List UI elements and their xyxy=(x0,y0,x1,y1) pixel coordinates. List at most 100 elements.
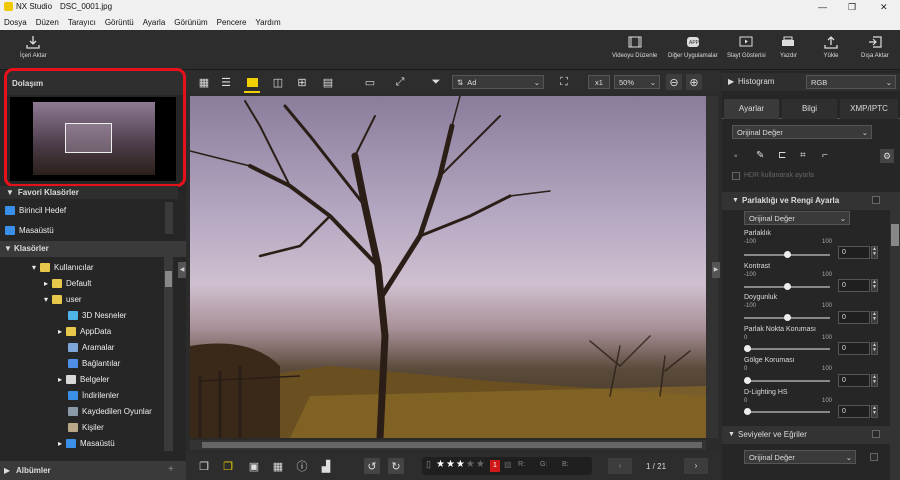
menu-yardim[interactable]: Yardım xyxy=(255,18,280,27)
shadow-slider[interactable] xyxy=(744,377,830,384)
tab-ayarlar[interactable]: Ayarlar xyxy=(724,99,779,119)
slideshow-button[interactable]: Slayt Gösterisi xyxy=(727,34,766,59)
menu-pencere[interactable]: Pencere xyxy=(217,18,247,27)
folders-header[interactable]: ▼ Klasörler xyxy=(0,241,186,257)
histogram-mode-dropdown[interactable]: RGB ⌄ xyxy=(806,75,896,89)
rotate-left-icon[interactable]: ↺ xyxy=(364,458,380,474)
tree-item[interactable]: 3D Nesneler xyxy=(68,307,126,323)
layout-icon[interactable]: ▭ xyxy=(362,74,378,90)
print-button[interactable]: Yazdır xyxy=(780,34,797,59)
contrast-value[interactable]: 0 xyxy=(838,279,870,292)
albums-header[interactable]: ▶ Albümler + xyxy=(0,461,186,480)
rotate-right-icon[interactable]: ↻ xyxy=(388,458,404,474)
add-album-icon[interactable]: + xyxy=(168,464,174,475)
tab-bilgi[interactable]: Bilgi xyxy=(782,99,837,119)
info-icon[interactable]: ⓘ xyxy=(294,458,310,474)
filter-icon[interactable]: ⏷ xyxy=(428,74,444,90)
restore-icon[interactable]: ❐ xyxy=(848,2,856,13)
menu-dosya[interactable]: Dosya xyxy=(4,18,27,27)
dlighting-slider[interactable] xyxy=(744,408,830,415)
star-rating[interactable]: ★★★★★ xyxy=(436,459,486,470)
retouch-icon[interactable]: ▪ xyxy=(734,151,738,162)
compare-2-icon[interactable]: ◫ xyxy=(270,74,286,90)
horizontal-scrollbar-thumb[interactable] xyxy=(202,442,702,448)
saturation-spin[interactable]: ▲ ▼ xyxy=(871,311,878,324)
brightness-preset-dropdown[interactable]: Orijinal Değer ⌄ xyxy=(744,211,850,225)
video-editor-button[interactable]: Videoyu Düzenle xyxy=(612,34,657,59)
brightness-spin[interactable]: ▲ ▼ xyxy=(871,246,878,259)
dlighting-value[interactable]: 0 xyxy=(838,405,870,418)
tree-item[interactable]: ▾ Kullanıcılar xyxy=(32,259,94,275)
menu-tarayici[interactable]: Tarayıcı xyxy=(68,18,96,27)
brightness-value[interactable]: 0 xyxy=(838,246,870,259)
minimize-icon[interactable]: — xyxy=(818,2,827,12)
menu-goruntu[interactable]: Görüntü xyxy=(105,18,134,27)
right-panel-toggle-icon[interactable]: ▶ xyxy=(712,262,720,278)
fullscreen-icon[interactable]: ⤢ xyxy=(392,74,408,90)
crop-icon[interactable]: ⌗ xyxy=(800,150,806,161)
tree-item[interactable]: ▸ AppData xyxy=(58,323,111,339)
tree-item[interactable]: ▾ user xyxy=(44,291,82,307)
frame-icon[interactable]: ▣ xyxy=(246,458,262,474)
levels-enable-checkbox[interactable] xyxy=(872,430,880,438)
levels-section-header[interactable]: ▼ Seviyeler ve Eğriler xyxy=(722,426,892,444)
left-panel-toggle-icon[interactable]: ◀ xyxy=(178,262,186,278)
shadow-value[interactable]: 0 xyxy=(838,374,870,387)
shadow-spin[interactable]: ▲ ▼ xyxy=(871,374,878,387)
zoom-dropdown[interactable]: 50% ⌄ xyxy=(614,75,660,89)
main-image[interactable] xyxy=(190,96,706,438)
menu-ayarla[interactable]: Ayarla xyxy=(143,18,166,27)
contrast-slider[interactable] xyxy=(744,283,830,290)
sort-dropdown[interactable]: ⇅ Ad ⌄ xyxy=(452,75,544,89)
brightness-section-header[interactable]: ▼ Parlaklığı ve Rengi Ayarla xyxy=(722,192,892,210)
levels-preset-dropdown[interactable]: Orijinal Değer ⌄ xyxy=(744,450,856,464)
tree-item[interactable]: ▸ Masaüstü xyxy=(58,435,115,451)
slider-knob[interactable] xyxy=(744,408,751,415)
histogram-small-icon[interactable]: ▟ xyxy=(318,458,334,474)
gear-icon[interactable]: ⚙ xyxy=(880,149,894,163)
slider-knob[interactable] xyxy=(783,251,791,258)
zoom-x1-button[interactable]: x1 xyxy=(588,75,610,89)
contrast-spin[interactable]: ▲ ▼ xyxy=(871,279,878,292)
hdr-checkbox[interactable] xyxy=(732,172,740,180)
grid-view-icon[interactable]: ▦ xyxy=(196,74,212,90)
compare-4-icon[interactable]: ⊞ xyxy=(294,74,310,90)
favorites-scrollbar[interactable] xyxy=(165,202,173,234)
tree-item[interactable]: ▸ Belgeler xyxy=(58,371,109,387)
favorite-item[interactable]: Masaüstü xyxy=(5,225,54,235)
compare-icon[interactable]: ❐ xyxy=(220,458,236,474)
favorite-item[interactable]: Birincil Hedef xyxy=(5,202,66,218)
highlight-value[interactable]: 0 xyxy=(838,342,870,355)
tree-item[interactable]: İndirilenler xyxy=(68,387,119,403)
straighten-icon[interactable]: ⊏ xyxy=(778,150,786,161)
menu-duzen[interactable]: Düzen xyxy=(36,18,59,27)
label-badge[interactable]: 1 xyxy=(490,460,500,472)
grid-icon[interactable]: ▦ xyxy=(270,458,286,474)
list-view-icon[interactable]: ☰ xyxy=(218,74,234,90)
folder-scrollbar-thumb[interactable] xyxy=(165,271,172,287)
zoom-out-icon[interactable]: ⊖ xyxy=(666,74,682,90)
dlighting-spin[interactable]: ▲ ▼ xyxy=(871,405,878,418)
viewer-horizontal-scrollbar[interactable] xyxy=(190,440,706,450)
close-icon[interactable]: ✕ xyxy=(880,2,888,13)
right-scrollbar-thumb[interactable] xyxy=(891,224,899,246)
zoom-in-icon[interactable]: ⊕ xyxy=(686,74,702,90)
slider-knob[interactable] xyxy=(783,314,791,321)
filmstrip-icon[interactable]: ▤ xyxy=(320,74,336,90)
prev-image-button[interactable]: ‹ xyxy=(608,458,632,474)
brightness-slider[interactable] xyxy=(744,251,830,258)
pick-icon[interactable]: ▨ xyxy=(504,460,512,469)
next-image-button[interactable]: › xyxy=(684,458,708,474)
protect-icon[interactable]: ▯ xyxy=(426,459,431,470)
highlight-slider[interactable] xyxy=(744,345,830,352)
preset-dropdown[interactable]: Orijinal Değer ⌄ xyxy=(732,125,872,139)
slider-knob[interactable] xyxy=(783,283,791,290)
saturation-value[interactable]: 0 xyxy=(838,311,870,324)
tree-item[interactable]: Bağlantılar xyxy=(68,355,120,371)
favorites-header[interactable]: ▼ Favori Klasörler xyxy=(0,186,178,199)
section-enable-checkbox[interactable] xyxy=(872,196,880,204)
tree-item[interactable]: Kaydedilen Oyunlar xyxy=(68,403,152,419)
slider-knob[interactable] xyxy=(744,377,751,384)
tree-item[interactable]: ▸ Default xyxy=(44,275,91,291)
folder-scrollbar[interactable] xyxy=(164,257,173,451)
